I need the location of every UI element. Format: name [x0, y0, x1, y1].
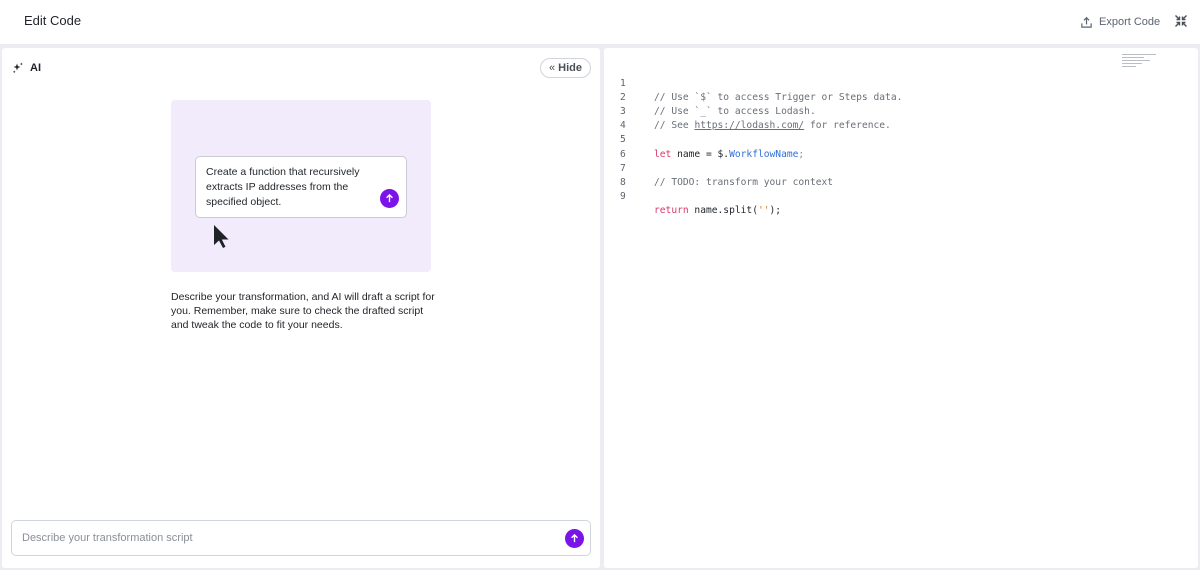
export-icon — [1081, 16, 1092, 28]
code-editor-panel[interactable]: 1 // Use `$` to access Trigger or Steps … — [604, 48, 1198, 568]
code-line: 2 // Use `_` to access Lodash. — [604, 77, 1124, 117]
code-text: return name.split(''); — [654, 204, 781, 218]
arrow-up-icon — [386, 193, 393, 203]
code-editor[interactable]: 1 // Use `$` to access Trigger or Steps … — [604, 63, 1124, 216]
ai-panel-header: AI — [12, 62, 41, 74]
send-prompt-button[interactable] — [565, 529, 584, 548]
transformation-prompt-input[interactable] — [22, 521, 552, 555]
export-code-button[interactable]: Export Code — [1080, 12, 1160, 32]
export-code-label: Export Code — [1099, 16, 1161, 28]
page-title: Edit Code — [24, 13, 82, 28]
collapse-arrows-icon[interactable] — [1174, 14, 1188, 28]
mouse-pointer-icon — [214, 225, 229, 248]
ai-label: AI — [30, 62, 41, 74]
code-token: ); — [769, 204, 782, 216]
code-line: 6 — [604, 133, 1124, 160]
sparkle-icon — [12, 62, 23, 74]
line-number: 9 — [620, 190, 626, 202]
demo-send-button — [380, 189, 399, 208]
code-line: 4 — [604, 105, 1124, 131]
chevrons-left-icon: « — [549, 62, 556, 74]
demo-prompt-box: Create a function that recursively extra… — [195, 156, 407, 218]
code-line: 5 let name = $.WorkflowName; — [604, 119, 1124, 159]
code-keyword: return — [654, 204, 689, 216]
code-string: '' — [757, 204, 770, 216]
ai-panel: AI « Hide Create a function that recursi… — [2, 48, 600, 568]
code-line: 1 // Use `$` to access Trigger or Steps … — [604, 63, 1124, 103]
code-line: 3 // See https://lodash.com/ for referen… — [604, 91, 1124, 131]
demo-prompt-text: Create a function that recursively extra… — [206, 166, 360, 208]
top-bar: Edit Code Export Code — [0, 0, 1200, 44]
ai-description: Describe your transformation, and AI wil… — [171, 291, 435, 331]
code-line: 8 — [604, 162, 1124, 188]
hide-button[interactable]: « Hide — [540, 58, 591, 78]
code-line: 7 // TODO: transform your context — [604, 148, 1124, 188]
hide-button-label: Hide — [558, 62, 582, 74]
prompt-input-container — [11, 520, 591, 556]
ai-demo-illustration: Create a function that recursively extra… — [171, 100, 431, 272]
code-line: 9 return name.split(''); — [604, 176, 1124, 216]
code-token: name.split( — [688, 204, 758, 216]
code-minimap[interactable] — [1122, 54, 1160, 72]
arrow-up-icon — [571, 533, 578, 543]
